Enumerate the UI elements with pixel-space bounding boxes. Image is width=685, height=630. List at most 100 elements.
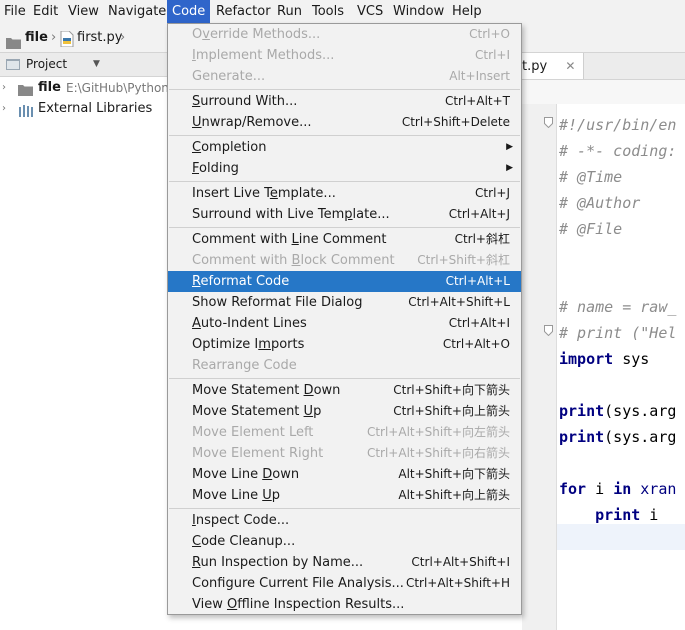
library-icon [18,103,34,117]
project-tree-root[interactable]: › file E:\GitHub\Python- [0,77,173,99]
fold-marker-icon[interactable] [544,117,553,129]
fold-marker-icon[interactable] [544,325,553,337]
submenu-arrow-icon: ▶ [506,142,513,152]
menu-item-move-line-down[interactable]: Move Line Down Alt+Shift+向下箭头 [168,464,521,485]
menu-refactor[interactable]: Refactor [212,0,275,24]
menu-item-shortcut: Ctrl+J [475,186,510,200]
menu-item-comment-with-line-comment[interactable]: Comment with Line Comment Ctrl+斜杠 [168,229,521,250]
menu-item-inspect-code[interactable]: Inspect Code... [168,510,521,531]
menu-item-move-line-up[interactable]: Move Line Up Alt+Shift+向上箭头 [168,485,521,506]
menu-item-label: Generate... [192,69,266,84]
project-tree-root-path: E:\GitHub\Python- [66,81,174,95]
project-panel-header: Project ▼ [0,53,168,77]
menu-item-shortcut: Ctrl+O [469,27,510,41]
menu-item-optimize-imports[interactable]: Optimize Imports Ctrl+Alt+O [168,334,521,355]
menu-item-shortcut: Ctrl+Alt+J [448,207,510,221]
menu-vcs[interactable]: VCS [353,0,387,24]
menu-item-move-element-left[interactable]: Move Element Left Ctrl+Alt+Shift+向左箭头 [168,422,521,443]
menu-item-unwrap-remove[interactable]: Unwrap/Remove... Ctrl+Shift+Delete [168,112,521,133]
menu-item-shortcut: Ctrl+Alt+Shift+向左箭头 [366,425,510,439]
menu-item-implement-methods[interactable]: Implement Methods... Ctrl+I [168,45,521,66]
menu-item-label: Reformat Code [192,274,290,289]
code-line: for i in xran [559,476,676,502]
project-tree-external-libraries[interactable]: › External Libraries [0,98,168,120]
code-token: # print ("Hel [559,324,677,342]
menu-item-label: Code Cleanup... [192,534,296,549]
menu-item-label: Optimize Imports [192,337,305,352]
menu-item-shortcut: Ctrl+Shift+向上箭头 [393,404,510,418]
menu-item-shortcut: Ctrl+Alt+T [444,94,510,108]
editor-gutter[interactable] [522,104,557,630]
menu-edit[interactable]: Edit [29,0,62,24]
menu-item-insert-live-template[interactable]: Insert Live Template... Ctrl+J [168,183,521,204]
menu-item-label: Move Statement Up [192,404,322,419]
folder-icon [18,82,33,96]
menu-help[interactable]: Help [448,0,486,24]
menu-item-view-offline-inspection-results[interactable]: View Offline Inspection Results... [168,594,521,615]
menu-item-shortcut: Alt+Insert [449,69,510,83]
menu-item-override-methods[interactable]: Override Methods... Ctrl+O [168,24,521,45]
menu-item-label: Move Line Down [192,467,300,482]
menu-item-generate[interactable]: Generate... Alt+Insert [168,66,521,87]
code-token: #!/usr/bin/en [559,116,677,134]
project-icon [6,58,20,70]
breadcrumb-file[interactable]: first.py [77,24,122,52]
menu-item-surround-with[interactable]: Surround With... Ctrl+Alt+T [168,91,521,112]
menu-item-code-cleanup[interactable]: Code Cleanup... [168,531,521,552]
menu-item-label: Move Statement Down [192,383,341,398]
code-token: # name = raw_ [559,298,677,316]
menu-item-shortcut: Ctrl+斜杠 [454,232,510,246]
editor-tab-first-py[interactable]: t.py ✕ [522,53,585,79]
close-icon[interactable]: ✕ [565,59,575,73]
menu-item-label: Comment with Line Comment [192,232,387,247]
code-line: # @Time [559,164,622,190]
menu-item-completion[interactable]: Completion ▶ [168,137,521,158]
breadcrumb-folder[interactable]: file [25,24,48,52]
code-editor[interactable]: #!/usr/bin/en # -*- coding: # @Time # @Auth… [557,104,685,630]
code-line: # @Author [559,190,640,216]
menu-code[interactable]: Code [167,0,211,24]
menu-file[interactable]: File [0,0,30,24]
code-token: print [559,402,605,420]
menu-item-label: Surround With... [192,94,298,109]
menu-item-folding[interactable]: Folding ▶ [168,158,521,179]
menu-item-label: Override Methods... [192,27,321,42]
editor-tab-bar: t.py ✕ [522,53,685,80]
expand-arrow-icon[interactable]: › [2,98,6,120]
code-token: i [586,480,614,498]
menu-item-surround-with-live-template[interactable]: Surround with Live Template... Ctrl+Alt+J [168,204,521,225]
menu-view[interactable]: View [64,0,103,24]
menu-item-auto-indent-lines[interactable]: Auto-Indent Lines Ctrl+Alt+I [168,313,521,334]
breadcrumb-chevron-icon: › [120,30,126,45]
menu-item-configure-current-file-analysis[interactable]: Configure Current File Analysis... Ctrl+A… [168,573,521,594]
menu-item-label: Rearrange Code [192,358,297,373]
menu-item-shortcut: Alt+Shift+向上箭头 [398,488,510,502]
menu-separator [169,378,520,379]
menu-item-move-statement-down[interactable]: Move Statement Down Ctrl+Shift+向下箭头 [168,380,521,401]
menu-item-rearrange-code[interactable]: Rearrange Code [168,355,521,376]
code-menu-dropdown: Override Methods... Ctrl+O Implement Metho… [167,23,522,615]
menu-item-move-element-right[interactable]: Move Element Right Ctrl+Alt+Shift+向右箭头 [168,443,521,464]
menu-item-comment-with-block-comment[interactable]: Comment with Block Comment Ctrl+Shift+斜杠 [168,250,521,271]
menu-tools[interactable]: Tools [308,0,348,24]
expand-arrow-icon[interactable]: › [2,77,6,99]
menu-run[interactable]: Run [273,0,306,24]
code-line: print(sys.arg [559,424,676,450]
menu-separator [169,227,520,228]
menu-navigate[interactable]: Navigate [104,0,170,24]
menu-item-shortcut: Ctrl+Alt+Shift+H [405,576,510,590]
menu-item-reformat-code[interactable]: Reformat Code Ctrl+Alt+L [168,271,521,292]
code-line: # name = raw_ [559,294,676,320]
submenu-arrow-icon: ▶ [506,163,513,173]
code-line: # -*- coding: [559,138,676,164]
code-token: sys [613,350,650,368]
menu-window[interactable]: Window [389,0,448,24]
code-token: (sys.arg [604,428,677,446]
menu-item-move-statement-up[interactable]: Move Statement Up Ctrl+Shift+向上箭头 [168,401,521,422]
menu-separator [169,181,520,182]
menu-item-show-reformat-file-dialog[interactable]: Show Reformat File Dialog Ctrl+Alt+Shift+… [168,292,521,313]
menu-item-run-inspection-by-name[interactable]: Run Inspection by Name... Ctrl+Alt+Shift+… [168,552,521,573]
project-panel-title[interactable]: Project [26,53,67,76]
menu-item-label: Surround with Live Template... [192,207,390,222]
caret-down-icon[interactable]: ▼ [93,53,100,76]
